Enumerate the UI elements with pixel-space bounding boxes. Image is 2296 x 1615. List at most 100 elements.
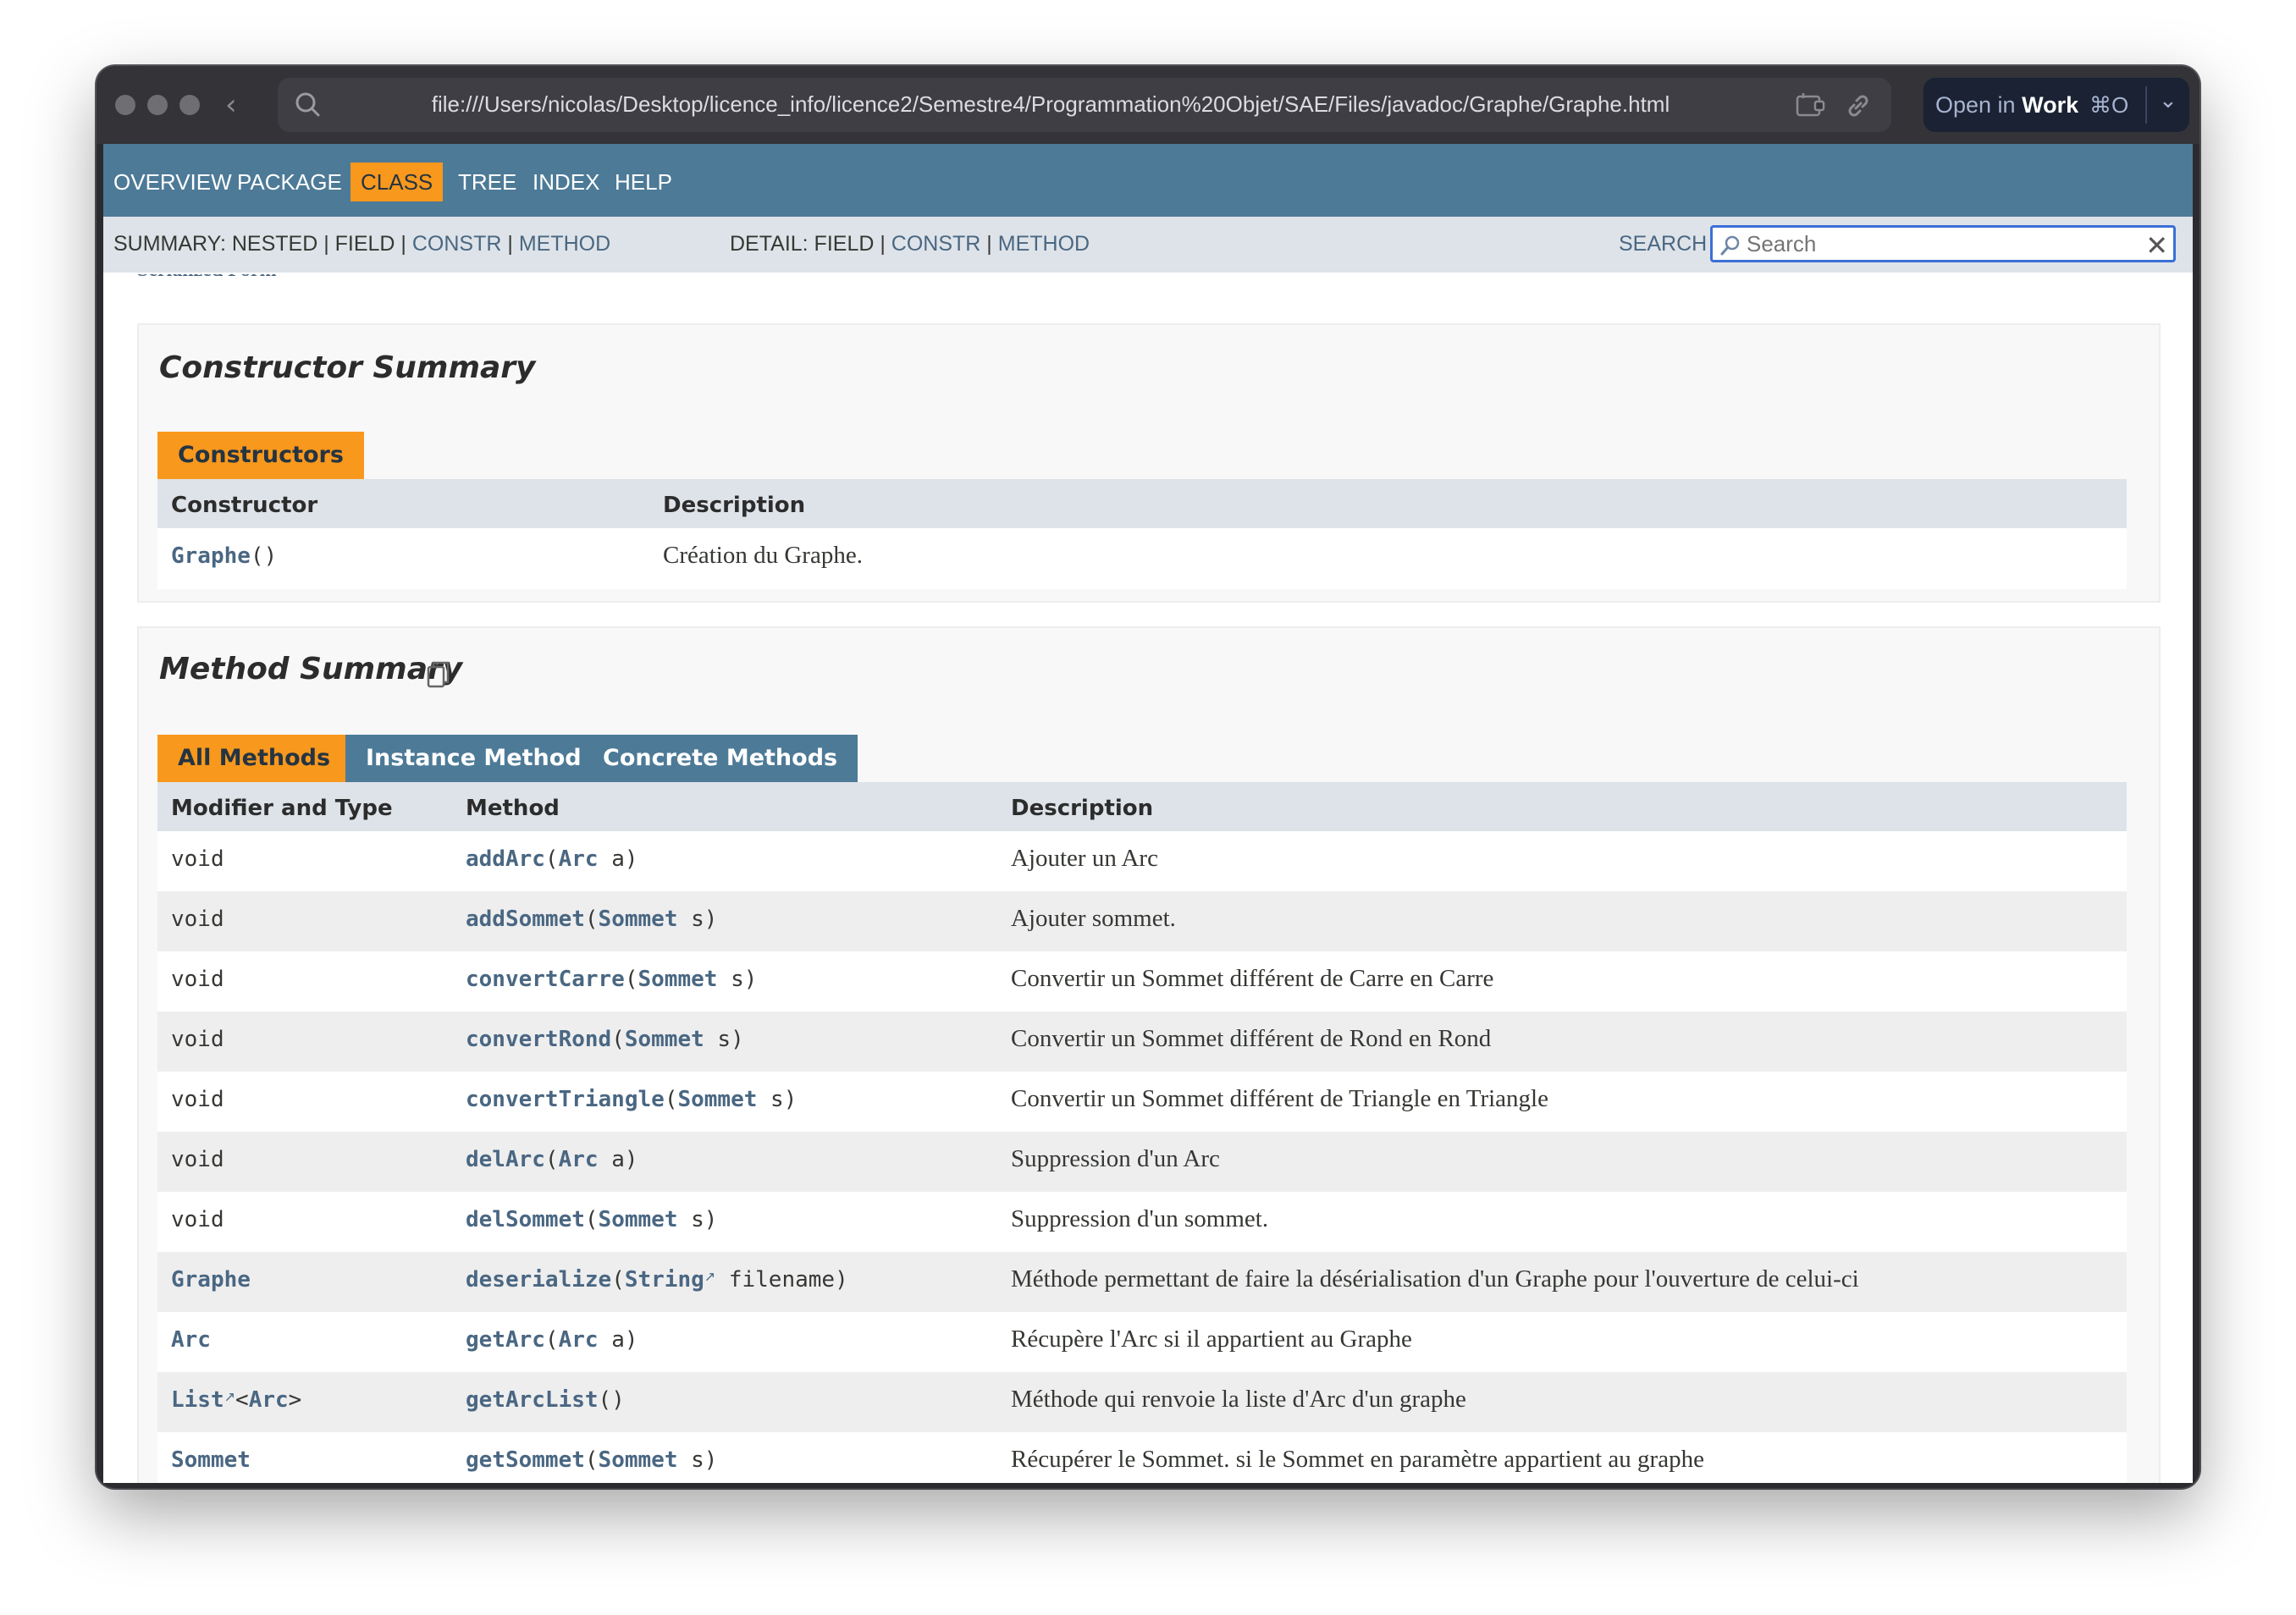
tab-concrete-methods[interactable]: Concrete Methods (582, 735, 858, 782)
method-link[interactable]: deserialize (466, 1267, 611, 1293)
summary-prefix: SUMMARY: NESTED | FIELD | (113, 232, 412, 256)
modifier-type-cell: void (171, 1207, 224, 1232)
detail-method-link[interactable]: METHOD (998, 232, 1090, 256)
param-name: s (731, 967, 744, 992)
return-type-link[interactable]: Graphe (171, 1267, 251, 1293)
param-type-link[interactable]: String (625, 1267, 704, 1293)
generic-type-link[interactable]: Arc (249, 1387, 289, 1413)
param-type-link[interactable]: Sommet (599, 1447, 678, 1473)
method-description: Ajouter un Arc (1011, 845, 1158, 872)
address-bar[interactable]: file:///Users/nicolas/Desktop/licence_in… (278, 78, 1891, 132)
serialized-form-text: Serialized Form (137, 274, 306, 282)
param-name: s (691, 1207, 704, 1232)
param-name: s (770, 1087, 784, 1112)
method-signature-cell: delArc(Arc a) (466, 1147, 638, 1172)
param-name: s (691, 907, 704, 932)
tab-instance-methods[interactable]: Instance Methods (345, 735, 615, 782)
back-chevron-icon[interactable]: ‹ (225, 88, 237, 122)
table-row: void convertRond(Sommet s) Convertir un So… (157, 1011, 2127, 1072)
table-row: void delSommet(Sommet s) Suppression d'un … (157, 1192, 2127, 1252)
method-link[interactable]: convertTriangle (466, 1087, 665, 1112)
table-row: void addArc(Arc a) Ajouter un Arc (157, 831, 2127, 891)
param-name: a (611, 1147, 625, 1172)
modifier-type-cell: void (171, 846, 224, 872)
nav-overview[interactable]: OVERVIEW (103, 163, 242, 201)
method-signature-cell: delSommet(Sommet s) (466, 1207, 718, 1232)
separator: | (501, 232, 519, 256)
param-type-link[interactable]: Sommet (677, 1087, 757, 1112)
param-type-link[interactable]: Arc (559, 1327, 599, 1353)
param-type-link[interactable]: Sommet (625, 1027, 704, 1052)
param-name: s (691, 1447, 704, 1473)
nav-class[interactable]: CLASS (350, 163, 444, 201)
summary-method-link[interactable]: METHOD (519, 232, 610, 256)
method-link[interactable]: addSommet (466, 907, 585, 932)
minimize-window-button[interactable] (147, 95, 168, 115)
method-link[interactable]: delArc (466, 1147, 545, 1172)
return-type: void (171, 967, 224, 992)
param-name: a (611, 1327, 625, 1353)
constructor-args: () (250, 543, 278, 569)
open-in-workspace-button[interactable]: Open in Work ⌘O ⌄ (1923, 78, 2189, 132)
constructor-description: Création du Graphe. (663, 542, 863, 569)
url-text[interactable]: file:///Users/nicolas/Desktop/licence_in… (278, 91, 1891, 118)
method-signature-cell: addSommet(Sommet s) (466, 907, 718, 932)
summary-constr-link[interactable]: CONSTR (412, 232, 502, 256)
nav-package[interactable]: PACKAGE (227, 163, 352, 201)
table-row: Sommet getSommet(Sommet s) Récupérer le So… (157, 1432, 2127, 1483)
method-link[interactable]: getSommet (466, 1447, 585, 1473)
tab-all-methods[interactable]: All Methods (157, 735, 351, 782)
nav-index[interactable]: INDEX (522, 163, 610, 201)
tab-constructors[interactable]: Constructors (157, 432, 364, 479)
param-name: s (717, 1027, 731, 1052)
search-input[interactable] (1747, 231, 2136, 256)
method-signature-cell: addArc(Arc a) (466, 846, 638, 872)
zoom-window-button[interactable] (179, 95, 200, 115)
param-name: a (611, 846, 625, 872)
external-link-icon: ↗ (224, 1388, 236, 1405)
close-window-button[interactable] (115, 95, 135, 115)
param-type-link[interactable]: Sommet (638, 967, 718, 992)
return-type: void (171, 1147, 224, 1172)
serialized-form-link-partial[interactable]: Serialized Form (137, 274, 306, 284)
search-label: SEARCH (1619, 232, 1708, 256)
method-link[interactable]: addArc (466, 846, 545, 872)
open-in-prefix: Open in (1935, 92, 2016, 118)
title-bar: ‹ file:///Users/nicolas/Desktop/licence_… (97, 66, 2199, 144)
method-link[interactable]: convertRond (466, 1027, 611, 1052)
method-signature-cell: convertCarre(Sommet s) (466, 967, 758, 992)
method-signature-cell: convertTriangle(Sommet s) (466, 1087, 798, 1112)
method-link[interactable]: getArcList (466, 1387, 599, 1413)
link-icon[interactable] (1844, 91, 1873, 120)
modifier-type-cell: void (171, 1087, 224, 1112)
return-type: void (171, 907, 224, 932)
table-row: List↗<Arc> getArcList() Méthode qui renvoi… (157, 1372, 2127, 1432)
constructor-signature: Graphe() (171, 543, 277, 569)
nav-help[interactable]: HELP (604, 163, 682, 201)
return-type-link[interactable]: List (171, 1387, 224, 1413)
method-link[interactable]: getArc (466, 1327, 545, 1353)
reset-search-icon[interactable]: ✕ (2145, 229, 2168, 262)
param-type-link[interactable]: Sommet (599, 1207, 678, 1232)
param-type-link[interactable]: Sommet (599, 907, 678, 932)
copy-link-icon[interactable] (427, 660, 450, 689)
method-link[interactable]: convertCarre (466, 967, 625, 992)
method-link[interactable]: delSommet (466, 1207, 585, 1232)
param-type-link[interactable]: Arc (559, 846, 599, 872)
constructor-link[interactable]: Graphe (171, 543, 251, 569)
constructor-summary-section: Constructor Summary Constructors Constru… (137, 323, 2161, 603)
param-type-link[interactable]: Arc (559, 1147, 599, 1172)
chevron-down-icon[interactable]: ⌄ (2159, 88, 2177, 113)
extension-icon[interactable] (1795, 91, 1827, 119)
javadoc-page: OVERVIEW PACKAGE CLASS TREE INDEX HELP S… (103, 144, 2193, 1483)
search-box[interactable]: ✕ (1710, 225, 2176, 262)
section-title: Method Summary (159, 652, 463, 686)
method-signature-cell: getSommet(Sommet s) (466, 1447, 718, 1473)
modifier-type-cell: void (171, 1147, 224, 1172)
return-type-link[interactable]: Sommet (171, 1447, 251, 1473)
nav-tree[interactable]: TREE (448, 163, 527, 201)
detail-constr-link[interactable]: CONSTR (891, 232, 981, 256)
search-icon (1720, 235, 1740, 256)
return-type-link[interactable]: Arc (171, 1327, 211, 1353)
table-row: void convertTriangle(Sommet s) Convertir u… (157, 1072, 2127, 1132)
